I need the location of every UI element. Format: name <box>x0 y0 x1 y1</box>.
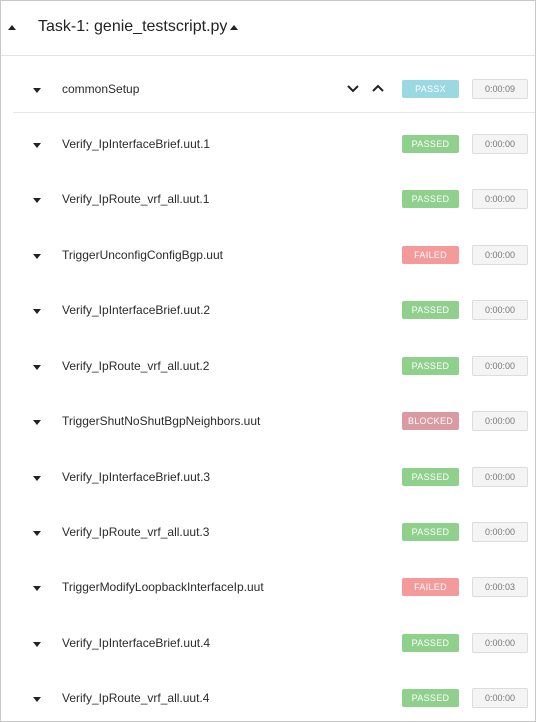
duration-badge: 0:00:00 <box>472 522 528 542</box>
duration-badge: 0:00:00 <box>472 134 528 154</box>
section-label: commonSetup <box>62 82 140 96</box>
duration-badge: 0:00:00 <box>472 245 528 265</box>
section-row[interactable]: TriggerShutNoShutBgpNeighbors.uut BLOCKE… <box>1 400 535 444</box>
section-label: TriggerShutNoShutBgpNeighbors.uut <box>62 414 261 428</box>
section-row[interactable]: TriggerUnconfigConfigBgp.uut FAILED 0:00… <box>1 234 535 278</box>
duration-badge: 0:00:00 <box>472 411 528 431</box>
status-badge: PASSED <box>402 135 459 153</box>
duration-badge: 0:00:09 <box>472 79 528 99</box>
status-badge: FAILED <box>402 246 459 264</box>
duration-badge: 0:00:00 <box>472 356 528 376</box>
collapse-task-right-icon[interactable] <box>230 25 238 30</box>
section-label: Verify_IpRoute_vrf_all.uut.2 <box>62 359 210 373</box>
section-row[interactable]: Verify_IpRoute_vrf_all.uut.3 PASSED 0:00… <box>1 511 535 555</box>
caret-down-icon[interactable] <box>33 531 41 536</box>
caret-down-icon[interactable] <box>33 309 41 314</box>
section-row[interactable]: Verify_IpInterfaceBrief.uut.3 PASSED 0:0… <box>1 456 535 500</box>
caret-down-icon[interactable] <box>33 88 41 93</box>
section-row[interactable]: Verify_IpRoute_vrf_all.uut.4 PASSED 0:00… <box>1 677 535 721</box>
status-badge: PASSED <box>402 301 459 319</box>
duration-badge: 0:00:00 <box>472 688 528 708</box>
caret-down-icon[interactable] <box>33 143 41 148</box>
duration-badge: 0:00:00 <box>472 467 528 487</box>
section-row[interactable]: Verify_IpInterfaceBrief.uut.1 PASSED 0:0… <box>1 123 535 167</box>
duration-badge: 0:00:00 <box>472 189 528 209</box>
section-label: Verify_IpInterfaceBrief.uut.4 <box>62 636 211 650</box>
collapse-task-left-icon[interactable] <box>8 25 16 30</box>
results-panel: Task-1: genie_testscript.py commonSetup … <box>0 0 536 722</box>
status-badge: BLOCKED <box>402 412 459 430</box>
section-label: TriggerModifyLoopbackInterfaceIp.uut <box>62 580 264 594</box>
section-row-common-setup[interactable]: commonSetup PASSX 0:00:09 <box>13 68 535 113</box>
section-label: Verify_IpInterfaceBrief.uut.3 <box>62 470 211 484</box>
section-label: TriggerUnconfigConfigBgp.uut <box>62 248 223 262</box>
status-badge: PASSED <box>402 190 459 208</box>
status-badge: PASSED <box>402 468 459 486</box>
task-header[interactable]: Task-1: genie_testscript.py <box>1 1 535 56</box>
caret-down-icon[interactable] <box>33 365 41 370</box>
duration-badge: 0:00:00 <box>472 633 528 653</box>
caret-down-icon[interactable] <box>33 420 41 425</box>
task-title: Task-1: genie_testscript.py <box>38 18 228 35</box>
chevron-down-icon[interactable] <box>346 81 360 95</box>
status-badge: PASSX <box>402 80 459 98</box>
caret-down-icon[interactable] <box>33 198 41 203</box>
section-label: Verify_IpRoute_vrf_all.uut.4 <box>62 691 210 705</box>
section-row[interactable]: Verify_IpInterfaceBrief.uut.4 PASSED 0:0… <box>1 622 535 666</box>
status-badge: FAILED <box>402 578 459 596</box>
caret-down-icon[interactable] <box>33 697 41 702</box>
section-row[interactable]: Verify_IpRoute_vrf_all.uut.1 PASSED 0:00… <box>1 178 535 222</box>
duration-badge: 0:00:00 <box>472 300 528 320</box>
chevron-up-icon[interactable] <box>371 81 385 95</box>
section-row[interactable]: Verify_IpInterfaceBrief.uut.2 PASSED 0:0… <box>1 289 535 333</box>
section-label: Verify_IpInterfaceBrief.uut.1 <box>62 137 211 151</box>
section-row[interactable]: TriggerModifyLoopbackInterfaceIp.uut FAI… <box>1 566 535 610</box>
status-badge: PASSED <box>402 357 459 375</box>
section-label: Verify_IpRoute_vrf_all.uut.1 <box>62 192 210 206</box>
status-badge: PASSED <box>402 634 459 652</box>
status-badge: PASSED <box>402 689 459 707</box>
duration-badge: 0:00:03 <box>472 577 528 597</box>
section-label: Verify_IpInterfaceBrief.uut.2 <box>62 303 211 317</box>
caret-down-icon[interactable] <box>33 254 41 259</box>
caret-down-icon[interactable] <box>33 642 41 647</box>
caret-down-icon[interactable] <box>33 476 41 481</box>
caret-down-icon[interactable] <box>33 586 41 591</box>
section-label: Verify_IpRoute_vrf_all.uut.3 <box>62 525 210 539</box>
status-badge: PASSED <box>402 523 459 541</box>
section-row[interactable]: Verify_IpRoute_vrf_all.uut.2 PASSED 0:00… <box>1 345 535 389</box>
